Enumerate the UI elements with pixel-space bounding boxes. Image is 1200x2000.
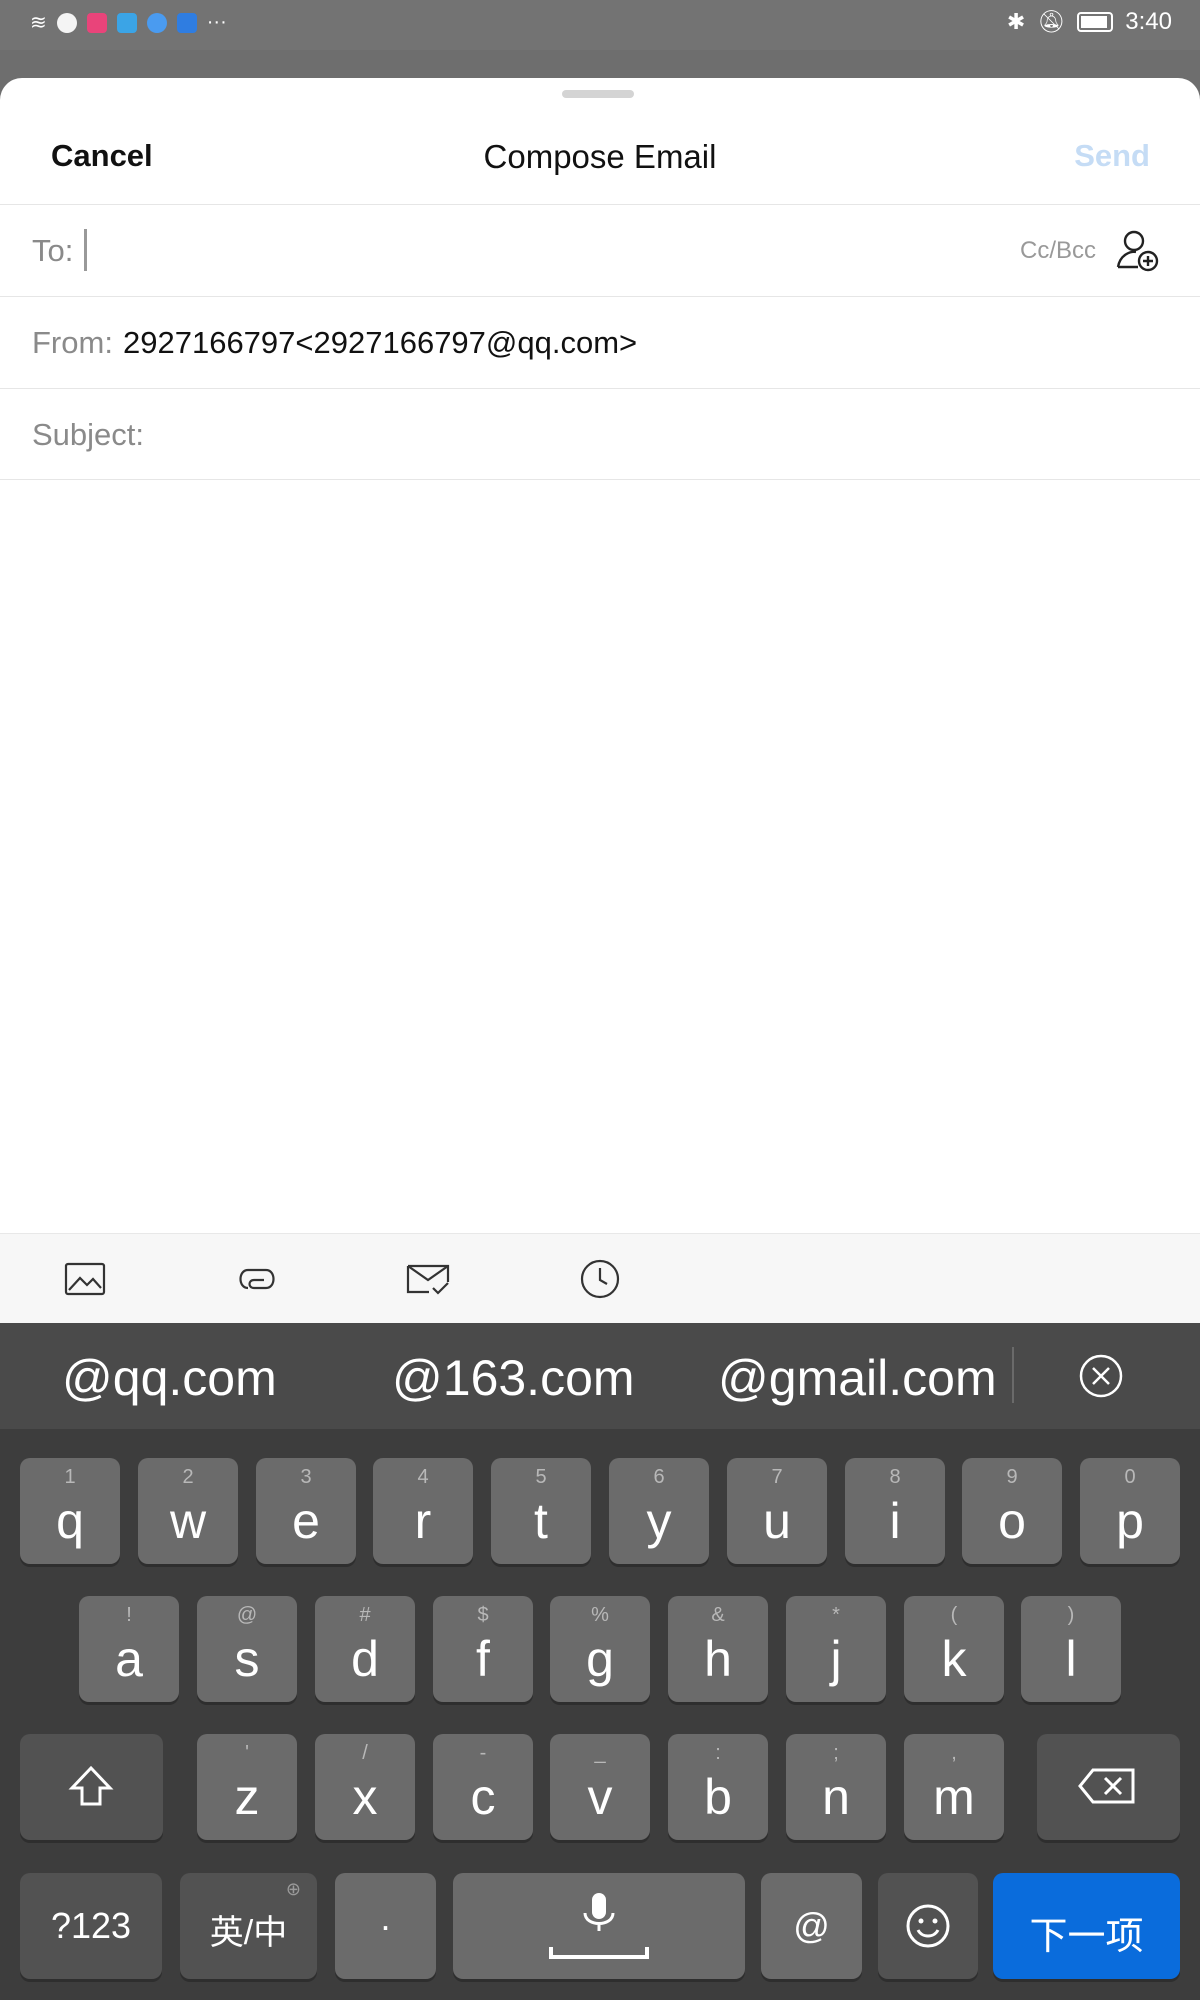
backspace-icon — [1078, 1768, 1135, 1804]
key-b[interactable]: :b — [668, 1734, 768, 1840]
emoji-key[interactable] — [878, 1873, 978, 1979]
email-body-input[interactable] — [0, 481, 1200, 1231]
on-screen-keyboard: @qq.com @163.com @gmail.com 1q 2w 3e 4r … — [0, 1323, 1200, 2000]
to-label: To: — [32, 233, 74, 268]
globe-icon: ⊕ — [285, 1879, 301, 1899]
suggestion-163[interactable]: @163.com — [392, 1349, 635, 1407]
send-button[interactable]: Send — [1074, 138, 1150, 174]
key-a[interactable]: ! a — [79, 1596, 179, 1702]
key-g[interactable]: % g — [550, 1596, 650, 1702]
book-icon — [116, 12, 137, 33]
read-receipt-icon[interactable] — [403, 1254, 453, 1304]
key-i[interactable]: 8i — [845, 1458, 945, 1564]
key-m[interactable]: ,m — [904, 1734, 1004, 1840]
key-r[interactable]: 4r — [373, 1458, 473, 1564]
wifi-icon: ≋ — [30, 12, 47, 34]
key-v[interactable]: _ v — [550, 1734, 650, 1840]
next-field-button[interactable]: 下一项 — [993, 1873, 1180, 1979]
key-o[interactable]: 9o — [962, 1458, 1062, 1564]
status-bar-right: ✱ 🔕︎ 3:40 — [1007, 8, 1172, 36]
key-h[interactable]: & h — [668, 1596, 768, 1702]
key-n[interactable]: ; n — [786, 1734, 886, 1840]
subject-label: Subject: — [32, 417, 145, 452]
key-p[interactable]: 0p — [1080, 1458, 1180, 1564]
shift-key[interactable] — [20, 1734, 163, 1840]
symbols-key[interactable]: ?123 — [20, 1873, 162, 1979]
key-e[interactable]: 3e — [256, 1458, 356, 1564]
from-row[interactable]: From: 2927166797<2927166797@qq.com> — [0, 296, 1200, 388]
period-key[interactable]: · — [335, 1873, 436, 1979]
key-w[interactable]: 2w — [138, 1458, 238, 1564]
cc-bcc-button[interactable]: Cc/Bcc — [1020, 237, 1096, 265]
to-input-caret — [84, 229, 87, 271]
clock: 3:40 — [1125, 8, 1172, 35]
key-j[interactable]: * j — [786, 1596, 886, 1702]
key-y[interactable]: 6y — [609, 1458, 709, 1564]
qq-icon — [56, 12, 77, 33]
from-label: From: — [32, 325, 113, 360]
status-bar: ≋ ··· ✱ 🔕︎ 3:40 — [0, 0, 1200, 50]
attachment-icon[interactable] — [232, 1254, 282, 1304]
status-bar-left-icons: ≋ ··· — [30, 10, 227, 35]
emoji-icon — [906, 1904, 950, 1948]
email-domain-suggestions: @qq.com @163.com @gmail.com — [0, 1323, 1200, 1429]
key-t[interactable]: 5t — [491, 1458, 591, 1564]
microphone-icon — [549, 1893, 649, 1959]
add-contact-icon[interactable] — [1114, 227, 1162, 275]
compose-toolbar — [0, 1233, 1200, 1323]
key-q[interactable]: 1q — [20, 1458, 120, 1564]
more-notifications-icon: ··· — [206, 11, 227, 33]
shift-icon — [68, 1765, 114, 1806]
key-c[interactable]: -c — [433, 1734, 533, 1840]
key-f[interactable]: $ f — [433, 1596, 533, 1702]
key-u[interactable]: 7u — [727, 1458, 827, 1564]
key-x[interactable]: / x — [315, 1734, 415, 1840]
cloud-icon — [146, 12, 167, 33]
suggestion-divider — [1012, 1347, 1014, 1403]
key-k[interactable]: (k — [904, 1596, 1004, 1702]
key-d[interactable]: # d — [315, 1596, 415, 1702]
drag-handle[interactable] — [562, 90, 634, 98]
battery-icon — [1077, 12, 1114, 32]
mute-icon: 🔕︎ — [1037, 9, 1066, 34]
subject-row[interactable]: Subject: — [0, 388, 1200, 480]
image-icon[interactable] — [60, 1254, 110, 1304]
backspace-key[interactable] — [1037, 1734, 1180, 1840]
key-s[interactable]: @ s — [197, 1596, 297, 1702]
close-suggestions-icon[interactable] — [1078, 1353, 1124, 1399]
language-switch-key[interactable]: 英/中 ⊕ — [180, 1873, 317, 1979]
schedule-icon[interactable] — [575, 1254, 625, 1304]
bluetooth-icon: ✱ — [1006, 9, 1026, 34]
mail-app-icon — [176, 12, 197, 33]
from-value: 2927166797<2927166797@qq.com> — [123, 325, 638, 360]
suggestion-qq[interactable]: @qq.com — [62, 1349, 277, 1407]
compose-sheet: Cancel Compose Email Send To: Cc/Bcc Fro… — [0, 78, 1200, 1323]
suggestion-gmail[interactable]: @gmail.com — [718, 1349, 997, 1407]
key-l[interactable]: ) l — [1021, 1596, 1121, 1702]
app-pink-icon — [86, 12, 107, 33]
page-title: Compose Email — [483, 138, 717, 175]
key-z[interactable]: ' z — [197, 1734, 297, 1840]
space-key[interactable] — [453, 1873, 745, 1979]
to-row[interactable]: To: Cc/Bcc — [0, 204, 1200, 296]
at-key[interactable]: @ — [761, 1873, 862, 1979]
compose-header: Cancel Compose Email Send — [0, 118, 1200, 198]
